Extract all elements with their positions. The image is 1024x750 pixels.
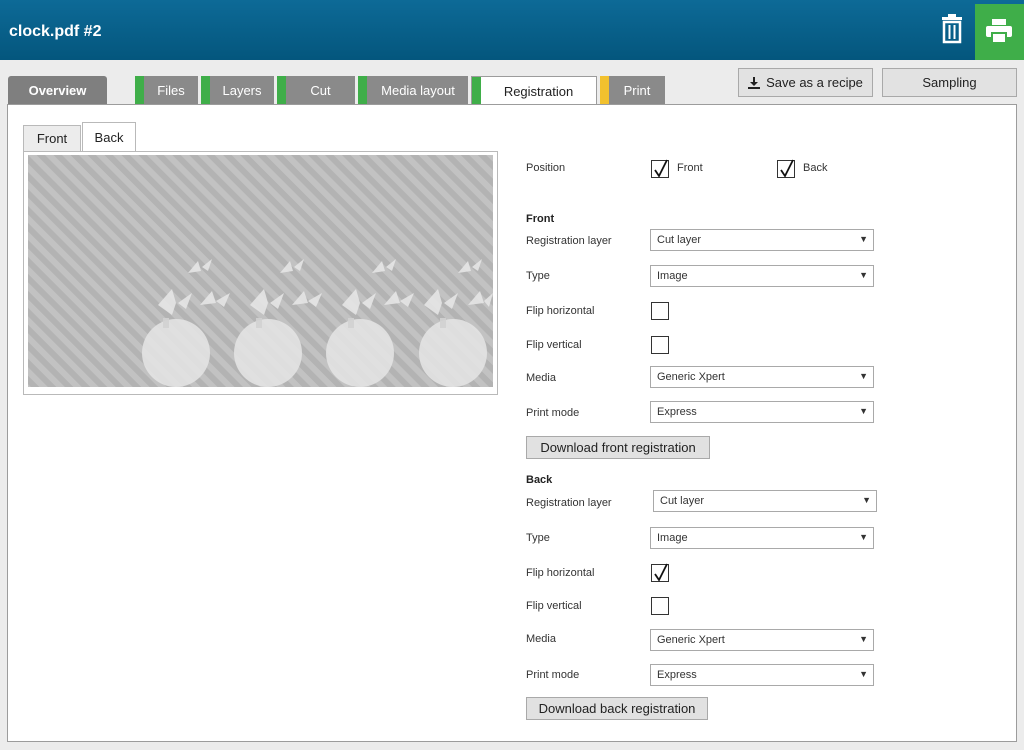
- select-value: Cut layer: [657, 234, 702, 246]
- back-media-select[interactable]: Generic Xpert ▼: [650, 629, 874, 651]
- subtab-front[interactable]: Front: [23, 125, 81, 152]
- tab-overview[interactable]: Overview: [8, 76, 107, 105]
- button-label: Save as a recipe: [766, 75, 863, 90]
- back-flip-vertical-checkbox[interactable]: [651, 597, 669, 615]
- front-media-label: Media: [526, 372, 556, 384]
- front-heading: Front: [526, 213, 555, 225]
- select-value: Generic Xpert: [657, 634, 725, 646]
- position-back-checkbox[interactable]: [777, 159, 795, 178]
- back-registration-layer-label: Registration layer: [526, 497, 612, 509]
- printer-icon: [986, 19, 1012, 43]
- front-flip-horizontal-checkbox[interactable]: [651, 302, 669, 320]
- chevron-down-icon: ▼: [859, 406, 868, 416]
- front-media-select[interactable]: Generic Xpert ▼: [650, 366, 874, 388]
- select-value: Cut layer: [660, 495, 705, 507]
- tab-print[interactable]: Print: [600, 76, 665, 105]
- position-front-checkbox[interactable]: [651, 159, 669, 178]
- front-type-select[interactable]: Image ▼: [650, 265, 874, 287]
- front-registration-layer-select[interactable]: Cut layer ▼: [650, 229, 874, 251]
- back-type-select[interactable]: Image ▼: [650, 527, 874, 549]
- chevron-down-icon: ▼: [859, 270, 868, 280]
- tab-label: Registration: [503, 84, 574, 99]
- registration-preview: [28, 155, 493, 387]
- trash-icon[interactable]: [938, 14, 966, 46]
- document-title: clock.pdf #2: [9, 23, 102, 40]
- tab-label: Layers: [222, 83, 262, 98]
- tab-label: Files: [157, 83, 185, 98]
- check-icon: [780, 159, 794, 178]
- position-back-label: Back: [803, 162, 828, 174]
- chevron-down-icon: ▼: [859, 371, 868, 381]
- chevron-down-icon: ▼: [859, 634, 868, 644]
- tab-label: Print: [623, 83, 651, 98]
- download-front-registration-button[interactable]: Download front registration: [526, 436, 710, 459]
- back-flip-horizontal-label: Flip horizontal: [526, 567, 595, 579]
- print-button[interactable]: [975, 4, 1024, 60]
- app-header: clock.pdf #2: [0, 0, 1024, 60]
- front-print-mode-select[interactable]: Express ▼: [650, 401, 874, 423]
- front-registration-layer-label: Registration layer: [526, 235, 612, 247]
- front-flip-horizontal-label: Flip horizontal: [526, 305, 595, 317]
- tab-label: Overview: [28, 83, 87, 98]
- save-as-recipe-button[interactable]: Save as a recipe: [738, 68, 873, 97]
- status-marker: [358, 76, 367, 105]
- select-value: Express: [657, 406, 697, 418]
- back-type-label: Type: [526, 532, 550, 544]
- button-label: Sampling: [922, 75, 977, 90]
- back-flip-vertical-label: Flip vertical: [526, 600, 582, 612]
- front-flip-vertical-checkbox[interactable]: [651, 336, 669, 354]
- chevron-down-icon: ▼: [859, 669, 868, 679]
- sampling-button[interactable]: Sampling: [882, 68, 1017, 97]
- tab-files[interactable]: Files: [135, 76, 198, 105]
- tab-cut[interactable]: Cut: [277, 76, 355, 105]
- back-print-mode-label: Print mode: [526, 669, 580, 681]
- status-marker: [600, 76, 609, 105]
- status-marker: [472, 77, 481, 106]
- check-icon: [654, 563, 668, 582]
- status-marker: [277, 76, 286, 105]
- tab-label: Media layout: [381, 83, 455, 98]
- front-type-label: Type: [526, 270, 550, 282]
- tab-label: Cut: [310, 83, 331, 98]
- select-value: Express: [657, 669, 697, 681]
- back-heading: Back: [526, 474, 553, 486]
- front-flip-vertical-label: Flip vertical: [526, 339, 582, 351]
- status-marker: [201, 76, 210, 105]
- position-label: Position: [526, 162, 566, 174]
- chevron-down-icon: ▼: [859, 234, 868, 244]
- tab-layers[interactable]: Layers: [201, 76, 274, 105]
- chevron-down-icon: ▼: [862, 495, 871, 505]
- back-print-mode-select[interactable]: Express ▼: [650, 664, 874, 686]
- download-back-registration-button[interactable]: Download back registration: [526, 697, 708, 720]
- select-value: Image: [657, 532, 688, 544]
- check-icon: [654, 159, 668, 178]
- select-value: Image: [657, 270, 688, 282]
- subtab-back[interactable]: Back: [82, 122, 136, 152]
- tab-registration[interactable]: Registration: [471, 76, 597, 106]
- status-marker: [135, 76, 144, 105]
- download-icon: [748, 76, 761, 89]
- tab-media-layout[interactable]: Media layout: [358, 76, 468, 105]
- back-flip-horizontal-checkbox[interactable]: [651, 563, 669, 582]
- position-front-label: Front: [677, 162, 703, 174]
- select-value: Generic Xpert: [657, 371, 725, 383]
- front-print-mode-label: Print mode: [526, 407, 580, 419]
- back-media-label: Media: [526, 633, 556, 645]
- chevron-down-icon: ▼: [859, 532, 868, 542]
- back-registration-layer-select[interactable]: Cut layer ▼: [653, 490, 877, 512]
